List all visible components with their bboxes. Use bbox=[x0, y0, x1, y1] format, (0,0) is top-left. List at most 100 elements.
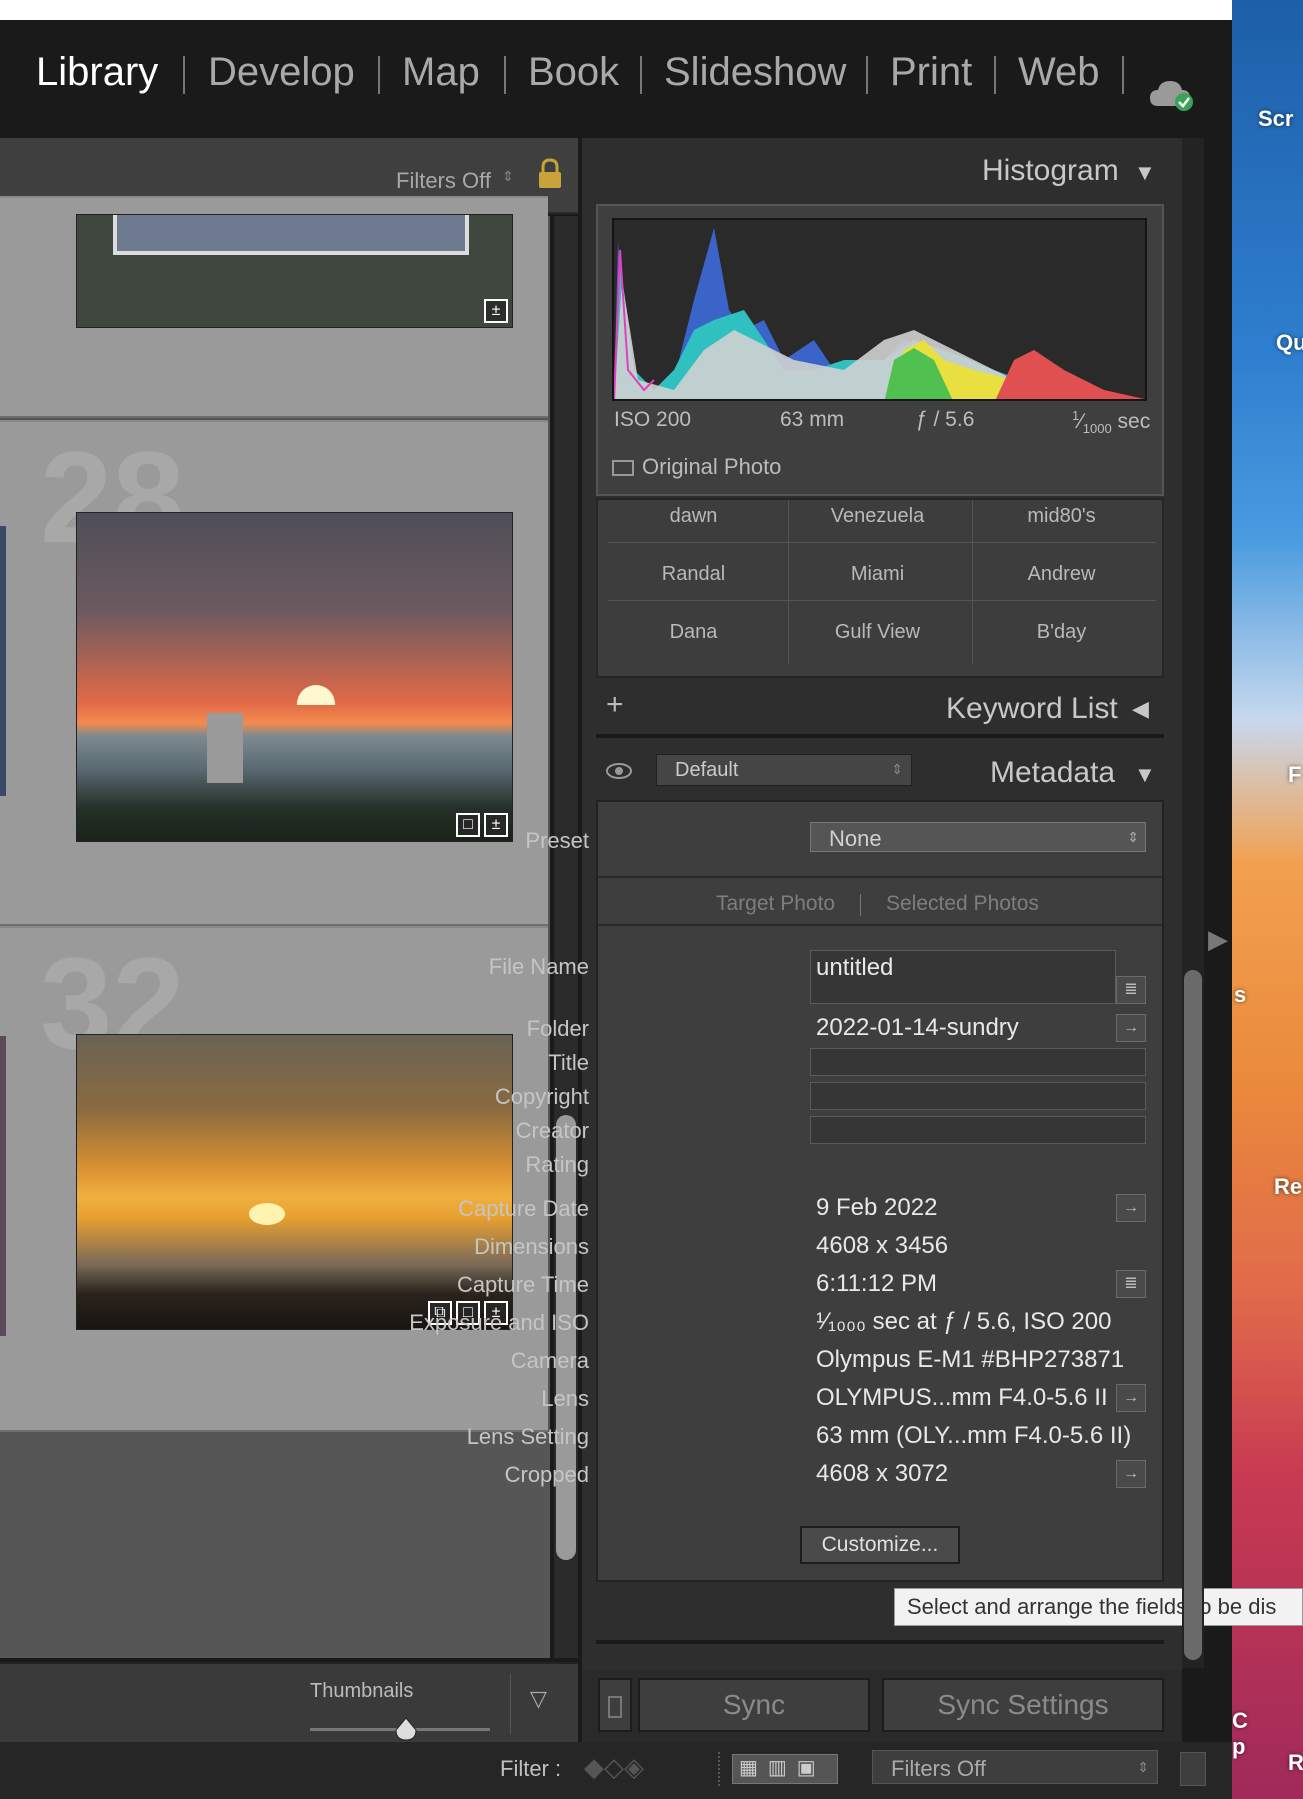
capture-date-label: Capture Date bbox=[458, 1196, 589, 1221]
camera-value: Olympus E-M1 #BHP273871 bbox=[816, 1346, 1125, 1373]
dimensions-value: 4608 x 3456 bbox=[816, 1232, 949, 1259]
desktop-label[interactable]: Qu bbox=[1276, 330, 1303, 356]
grid-cell[interactable]: ± bbox=[0, 196, 548, 418]
preset-select[interactable]: None ⇕ bbox=[810, 822, 1146, 852]
keyword-suggestion[interactable]: Gulf View bbox=[786, 604, 969, 660]
desktop-label[interactable]: s bbox=[1234, 982, 1246, 1008]
rating-stars[interactable] bbox=[810, 1150, 1010, 1178]
grid-scrollbar-thumb[interactable] bbox=[556, 1115, 576, 1560]
keyword-suggestion[interactable]: mid80's bbox=[970, 488, 1153, 544]
flag-filter-icons[interactable]: ◆◇◈ bbox=[584, 1752, 644, 1783]
module-print[interactable]: Print bbox=[890, 50, 972, 95]
file-name-label: File Name bbox=[488, 954, 589, 979]
module-separator bbox=[994, 56, 996, 94]
cloud-sync-icon[interactable] bbox=[1148, 78, 1194, 112]
metadata-title[interactable]: Metadata bbox=[990, 756, 1115, 790]
auto-sync-switch-icon[interactable] bbox=[598, 1678, 632, 1732]
crop-go-arrow-icon[interactable]: → bbox=[1116, 1460, 1146, 1488]
collapse-triangle-icon[interactable]: ▼ bbox=[1134, 160, 1156, 186]
list-icon[interactable]: ≣ bbox=[1116, 976, 1146, 1004]
keyword-suggestion[interactable]: B'day bbox=[970, 604, 1153, 660]
shutter-readout: 1⁄1000 sec bbox=[1072, 408, 1151, 437]
view-filter-buttons[interactable]: ▦▥▣ bbox=[732, 1754, 838, 1784]
keyword-suggestion[interactable]: dawn bbox=[602, 488, 785, 544]
panel-divider bbox=[596, 734, 1164, 738]
copyright-field[interactable] bbox=[810, 1082, 1146, 1110]
develop-adjust-icon[interactable]: ± bbox=[484, 813, 508, 837]
go-to-folder-arrow-icon[interactable]: → bbox=[1116, 1014, 1146, 1042]
file-name-value[interactable]: untitled bbox=[816, 954, 893, 982]
module-slideshow[interactable]: Slideshow bbox=[664, 50, 846, 95]
grid-cell[interactable]: 32 ⧉ □ ± bbox=[0, 926, 548, 1432]
target-photo-tab[interactable]: Target Photo bbox=[716, 892, 835, 916]
selected-photos-tab[interactable]: Selected Photos bbox=[886, 892, 1039, 916]
keyword-suggestion[interactable]: Andrew bbox=[970, 546, 1153, 602]
desktop-label[interactable]: Re bbox=[1274, 1174, 1302, 1200]
grid-view-icons[interactable]: ▦▥▣ bbox=[733, 1757, 826, 1779]
go-to-date-arrow-icon[interactable]: → bbox=[1116, 1194, 1146, 1222]
grid-cell[interactable]: 28 □ ± bbox=[0, 420, 548, 926]
keyword-suggestion[interactable]: Randal bbox=[602, 546, 785, 602]
keyword-list-header[interactable]: + Keyword List ◀ bbox=[596, 684, 1164, 734]
eye-icon[interactable] bbox=[606, 762, 632, 780]
metadata-view-select[interactable]: Default ⇕ bbox=[656, 754, 912, 786]
desktop-label[interactable]: Scr bbox=[1258, 106, 1293, 132]
filmstrip-filter-select[interactable]: Filters Off ⇕ bbox=[872, 1750, 1158, 1784]
filmstrip-filter-value: Filters Off bbox=[891, 1756, 986, 1781]
add-keyword-button[interactable]: + bbox=[606, 688, 624, 722]
slider-handle[interactable] bbox=[394, 1716, 418, 1742]
original-photo-label[interactable]: Original Photo bbox=[642, 454, 781, 480]
desktop-label[interactable]: R bbox=[1288, 1750, 1303, 1776]
photo-thumbnail[interactable]: ± bbox=[76, 214, 513, 328]
filter-label: Filter : bbox=[500, 1756, 562, 1781]
histogram-header[interactable]: Histogram bbox=[982, 154, 1119, 188]
cropped-label: Cropped bbox=[504, 1462, 589, 1487]
camera-label: Camera bbox=[510, 1348, 589, 1373]
title-field[interactable] bbox=[810, 1048, 1146, 1076]
customize-button[interactable]: Customize... bbox=[800, 1526, 960, 1564]
module-separator bbox=[183, 56, 185, 94]
lock-icon[interactable] bbox=[536, 158, 564, 190]
keyword-suggestions: dawn Venezuela mid80's Randal Miami Andr… bbox=[596, 498, 1164, 678]
module-book[interactable]: Book bbox=[528, 50, 619, 95]
develop-adjust-icon[interactable]: ± bbox=[484, 299, 508, 323]
desktop-label[interactable]: p bbox=[1232, 1734, 1245, 1760]
photo-thumbnail-sunset-sea[interactable]: □ ± bbox=[76, 512, 513, 842]
desktop-label[interactable]: F bbox=[1288, 762, 1301, 788]
keyword-suggestion[interactable]: Miami bbox=[786, 546, 969, 602]
keyword-list-title[interactable]: Keyword List bbox=[946, 692, 1118, 726]
toolbar-menu-chevron-icon[interactable]: ▽ bbox=[530, 1686, 547, 1712]
original-photo-checkbox[interactable] bbox=[612, 460, 634, 476]
lens-setting-label: Lens Setting bbox=[466, 1424, 589, 1449]
panel-expand-arrow-icon[interactable]: ▶ bbox=[1208, 924, 1228, 955]
module-map[interactable]: Map bbox=[402, 50, 480, 95]
module-web[interactable]: Web bbox=[1018, 50, 1100, 95]
keyword-suggestion[interactable]: Dana bbox=[602, 604, 785, 660]
capture-date-value: 9 Feb 2022 bbox=[816, 1194, 938, 1221]
desktop-label[interactable]: C bbox=[1232, 1708, 1248, 1734]
keyword-suggestion[interactable]: Venezuela bbox=[786, 488, 969, 544]
module-library[interactable]: Library bbox=[36, 50, 158, 95]
module-develop[interactable]: Develop bbox=[208, 50, 355, 95]
creator-field[interactable] bbox=[810, 1116, 1146, 1144]
collapse-triangle-icon[interactable]: ▼ bbox=[1134, 762, 1156, 788]
edit-time-list-icon[interactable]: ≣ bbox=[1116, 1270, 1146, 1298]
histogram-curves bbox=[614, 228, 1145, 399]
grid-toolbar: Thumbnails ▽ bbox=[0, 1662, 578, 1742]
thumbnails-label: Thumbnails bbox=[310, 1680, 414, 1702]
filters-dropdown[interactable]: Filters Off bbox=[396, 168, 491, 194]
right-panel-scrollbar-thumb[interactable] bbox=[1184, 970, 1202, 1660]
expand-triangle-icon[interactable]: ◀ bbox=[1132, 696, 1149, 722]
metadata-header: Default ⇕ Metadata ▼ bbox=[596, 742, 1164, 800]
chevron-updown-icon: ⇕ bbox=[502, 168, 514, 184]
photo-frame bbox=[113, 215, 469, 255]
histogram-graph[interactable] bbox=[612, 218, 1147, 401]
photo-thumbnail-sunset-clouds[interactable]: ⧉ □ ± bbox=[76, 1034, 513, 1330]
capture-time-value: 6:11:12 PM bbox=[816, 1270, 937, 1297]
filmstrip-lock-switch[interactable] bbox=[1180, 1752, 1206, 1786]
sync-button[interactable]: Sync bbox=[638, 1678, 870, 1732]
lens-filter-arrow-icon[interactable]: → bbox=[1116, 1384, 1146, 1412]
crop-icon[interactable]: □ bbox=[456, 813, 480, 837]
module-separator bbox=[504, 56, 506, 94]
sync-settings-button[interactable]: Sync Settings bbox=[882, 1678, 1164, 1732]
